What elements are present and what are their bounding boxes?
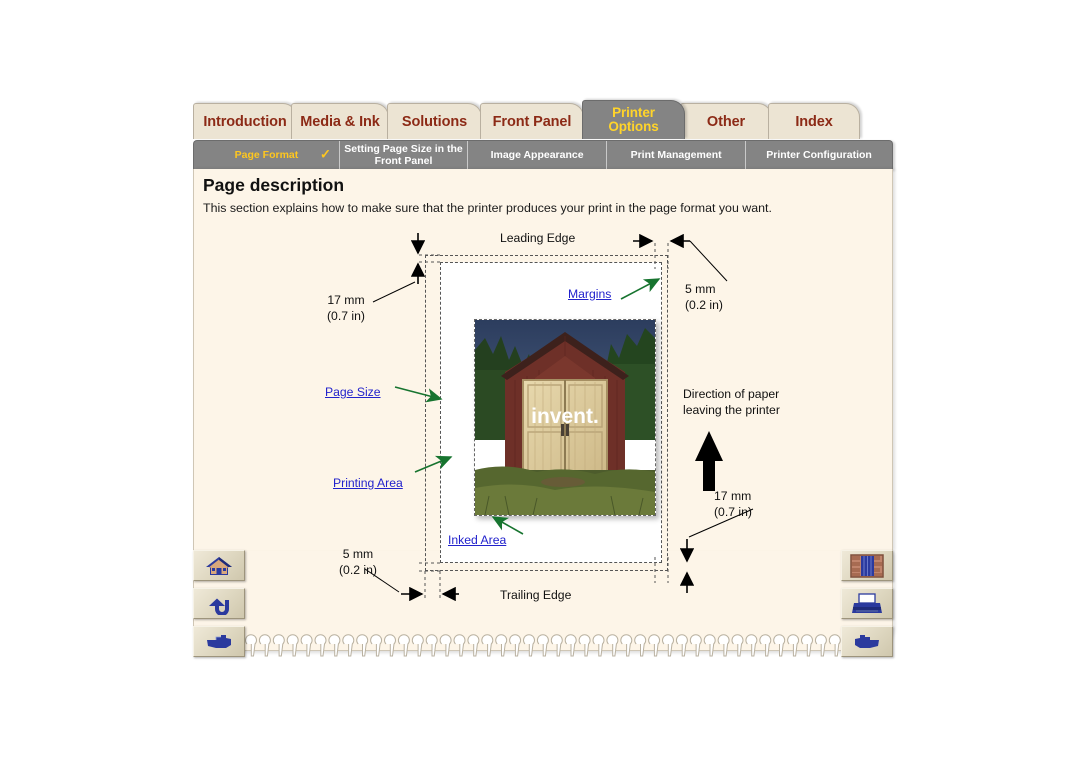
subtab-print-management[interactable]: Print Management [607,141,747,169]
label-margin-top-mm: 17 mm [327,293,365,307]
tab-media-ink[interactable]: Media & Ink [291,103,389,139]
tab-index[interactable]: Index [768,103,860,139]
tab-solutions-label: Solutions [401,113,468,130]
link-margins[interactable]: Margins [568,287,611,301]
label-margin-bottom: 17 mm (0.7 in) [714,489,752,520]
subtab-page-format[interactable]: Page Format ✓ [194,141,340,169]
printer-icon [852,592,882,613]
label-margin-bottom-mm: 17 mm [714,489,752,503]
label-margin-right-in: (0.2 in) [685,297,723,312]
label-margin-top-in: (0.7 in) [327,308,365,323]
tab-printer-options-label-2: Options [608,119,659,134]
tab-introduction[interactable]: Introduction [193,103,297,139]
spiral-binding-svg [245,634,841,657]
next-button[interactable] [193,626,245,657]
bookshelf-icon [850,553,884,578]
bookshelf-button[interactable] [841,550,893,581]
check-icon: ✓ [320,146,331,162]
barn-photo-image: invent. [475,320,655,515]
photo-invent-text: invent. [531,405,599,428]
home-button[interactable] [193,550,245,581]
tab-front-panel[interactable]: Front Panel [480,103,584,139]
subtab-setting-page-size-label: Setting Page Size in the Front Panel [344,142,463,167]
subtab-setting-page-size[interactable]: Setting Page Size in the Front Panel [340,141,469,169]
spiral-binding [243,630,843,660]
tab-printer-options-label-1: Printer [612,104,655,120]
label-margin-left-mm: 5 mm [342,547,374,561]
label-margin-top: 17 mm (0.7 in) [327,293,365,324]
label-margin-left: 5 mm (0.2 in) [339,547,377,578]
main-tab-bar: Introduction Media & Ink Solutions Front… [193,100,893,141]
tab-introduction-label: Introduction [203,113,287,130]
tab-other[interactable]: Other [680,103,772,139]
paper-direction-arrow [695,431,723,491]
label-margin-right-mm: 5 mm [685,282,716,296]
pointing-hand-left-icon [855,634,879,648]
subtab-printer-configuration[interactable]: Printer Configuration [746,141,892,169]
link-page-size[interactable]: Page Size [325,385,381,399]
subtab-image-appearance-label: Image Appearance [490,148,584,161]
label-margin-left-in: (0.2 in) [339,562,377,577]
label-paper-direction-line2: leaving the printer [683,402,780,417]
inked-area-photo: invent. [474,319,656,516]
label-paper-direction: Direction of paper leaving the printer [683,387,780,418]
sub-tab-bar: Page Format ✓ Setting Page Size in the F… [193,140,893,170]
subtab-page-format-label: Page Format [234,148,299,161]
tab-index-label: Index [795,113,833,130]
page-description-diagram: invent. Leading Edge Trailing Edge 17 mm… [193,169,893,651]
label-paper-direction-line1: Direction of paper [683,387,780,401]
link-inked-area[interactable]: Inked Area [448,533,506,547]
previous-button[interactable] [841,626,893,657]
page-root: Introduction Media & Ink Solutions Front… [0,0,1080,763]
subtab-print-management-label: Print Management [630,148,722,161]
label-trailing-edge: Trailing Edge [500,588,572,602]
subtab-image-appearance[interactable]: Image Appearance [468,141,608,169]
tab-front-panel-label: Front Panel [492,113,572,130]
tab-media-ink-label: Media & Ink [300,113,380,130]
subtab-printer-configuration-label: Printer Configuration [766,148,872,161]
back-button[interactable] [193,588,245,619]
home-icon [206,556,232,575]
tab-printer-options[interactable]: Printer Options [582,100,685,139]
label-leading-edge: Leading Edge [500,231,576,245]
pointing-hand-right-icon [207,634,231,648]
link-printing-area[interactable]: Printing Area [333,476,403,490]
print-button[interactable] [841,588,893,619]
label-margin-right: 5 mm (0.2 in) [685,282,723,313]
tab-solutions[interactable]: Solutions [387,103,482,139]
back-arrow-icon [209,598,229,615]
label-margin-bottom-in: (0.7 in) [714,504,752,519]
tab-other-label: Other [706,113,746,130]
